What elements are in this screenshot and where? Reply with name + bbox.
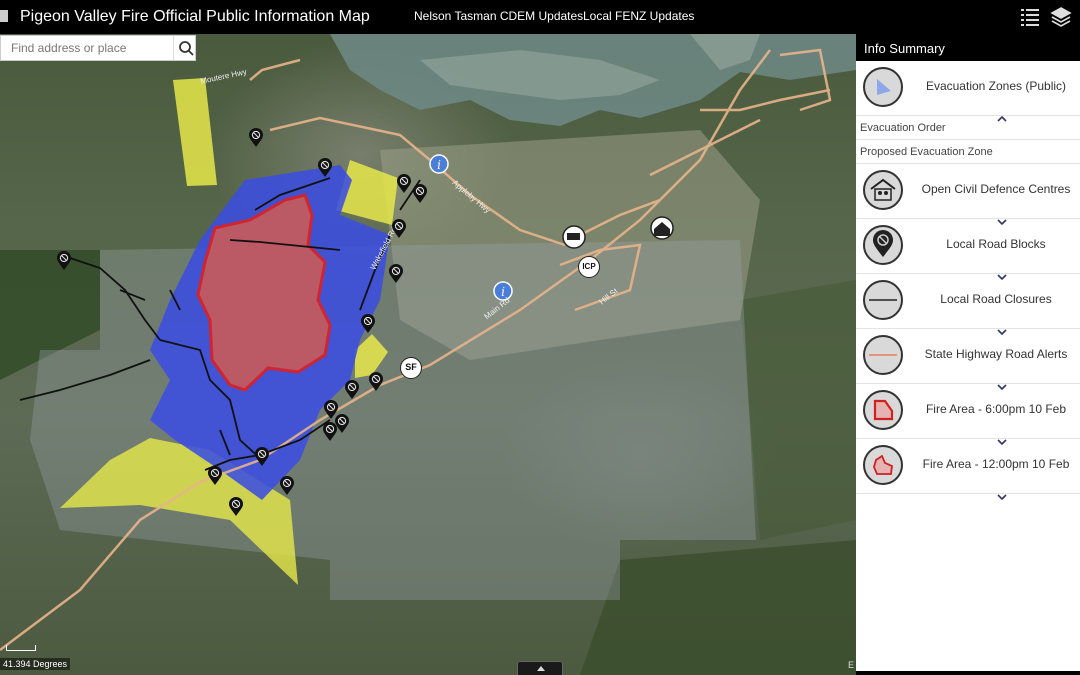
attribution: E bbox=[848, 660, 855, 670]
legend-label: Open Civil Defence Centres bbox=[921, 182, 1071, 196]
legend-sub-proposed-zone: Proposed Evacuation Zone bbox=[856, 140, 1080, 164]
road-block-marker[interactable] bbox=[228, 497, 244, 517]
sf-label: SF bbox=[405, 362, 417, 372]
road-block-icon bbox=[863, 225, 903, 265]
legend-label: State Highway Road Alerts bbox=[924, 347, 1068, 361]
nav-link-fenz-updates[interactable]: Local FENZ Updates bbox=[583, 9, 694, 23]
road-block-marker[interactable] bbox=[254, 447, 270, 467]
legend-list-icon[interactable] bbox=[1018, 5, 1042, 29]
search-input[interactable] bbox=[11, 36, 171, 60]
svg-text:i: i bbox=[437, 158, 441, 172]
evacuation-zone-icon bbox=[863, 67, 903, 107]
road-block-marker[interactable] bbox=[396, 174, 412, 194]
fire-area-icon bbox=[863, 390, 903, 430]
logo bbox=[0, 10, 8, 22]
road-block-marker[interactable] bbox=[248, 128, 264, 148]
scale-label: 41.394 Degrees bbox=[0, 658, 71, 670]
chevron-up-icon[interactable] bbox=[997, 115, 1007, 123]
road-block-marker[interactable] bbox=[388, 264, 404, 284]
sf-marker[interactable]: SF bbox=[400, 357, 422, 379]
legend-label: Fire Area - 12:00pm 10 Feb bbox=[922, 457, 1070, 471]
legend-row-evacuation-zones[interactable]: Evacuation Zones (Public) bbox=[856, 61, 1080, 122]
proposed-zone-north bbox=[173, 78, 217, 186]
nav-link-cdem-updates[interactable]: Nelson Tasman CDEM Updates bbox=[414, 9, 583, 23]
legend-row-road-closures[interactable]: Local Road Closures bbox=[856, 274, 1080, 336]
road-block-marker[interactable] bbox=[412, 184, 428, 204]
civil-defence-icon bbox=[863, 170, 903, 210]
legend-sub-evacuation-order: Evacuation Order bbox=[856, 116, 1080, 140]
map-view[interactable]: i i ICP SF Moutere Hwy Appleby Hwy Main … bbox=[0, 34, 856, 675]
fire-area-earlier-icon bbox=[863, 445, 903, 485]
road-block-marker[interactable] bbox=[207, 466, 223, 486]
road-block-marker[interactable] bbox=[279, 476, 295, 496]
search-icon bbox=[179, 41, 194, 56]
road-block-marker[interactable] bbox=[56, 251, 72, 271]
info-summary-panel: Info Summary Evacuation Zones (Public) E… bbox=[856, 37, 1080, 671]
highway-alert-icon bbox=[863, 335, 903, 375]
legend-row-fire-area-12pm[interactable]: Fire Area - 12:00pm 10 Feb bbox=[856, 439, 1080, 501]
legend-row-civil-defence[interactable]: Open Civil Defence Centres bbox=[856, 164, 1080, 226]
road-block-marker[interactable] bbox=[360, 314, 376, 334]
info-marker[interactable]: i bbox=[429, 154, 449, 174]
expand-panel-button[interactable] bbox=[517, 661, 563, 675]
scale-bar bbox=[6, 645, 36, 651]
road-block-marker[interactable] bbox=[322, 422, 338, 442]
road-block-marker[interactable] bbox=[317, 158, 333, 178]
legend-row-fire-area-6pm[interactable]: Fire Area - 6:00pm 10 Feb bbox=[856, 384, 1080, 446]
icp-marker[interactable]: ICP bbox=[578, 256, 600, 278]
map-canvas: i i bbox=[0, 34, 856, 675]
legend-label: Local Road Closures bbox=[940, 292, 1052, 306]
panel-title: Info Summary bbox=[856, 37, 1080, 61]
road-block-marker[interactable] bbox=[344, 380, 360, 400]
layers-icon[interactable] bbox=[1049, 5, 1073, 29]
road-block-marker[interactable] bbox=[391, 219, 407, 239]
legend-row-road-blocks[interactable]: Local Road Blocks bbox=[856, 219, 1080, 281]
legend-label: Local Road Blocks bbox=[946, 237, 1046, 251]
civil-defence-centre-marker[interactable] bbox=[650, 216, 674, 240]
legend-row-highway-alerts[interactable]: State Highway Road Alerts bbox=[856, 329, 1080, 391]
icp-label: ICP bbox=[582, 262, 596, 271]
legend-label: Fire Area - 6:00pm 10 Feb bbox=[925, 402, 1067, 416]
page-title: Pigeon Valley Fire Official Public Infor… bbox=[20, 8, 370, 25]
chevron-down-icon[interactable] bbox=[997, 493, 1007, 501]
app-header: Pigeon Valley Fire Official Public Infor… bbox=[0, 0, 1080, 34]
legend-label: Evacuation Zones (Public) bbox=[925, 79, 1067, 93]
road-block-marker[interactable] bbox=[368, 372, 384, 392]
facility-marker[interactable] bbox=[562, 225, 586, 249]
search-button[interactable] bbox=[173, 36, 197, 60]
search-box bbox=[0, 35, 196, 61]
road-closure-icon bbox=[863, 280, 903, 320]
